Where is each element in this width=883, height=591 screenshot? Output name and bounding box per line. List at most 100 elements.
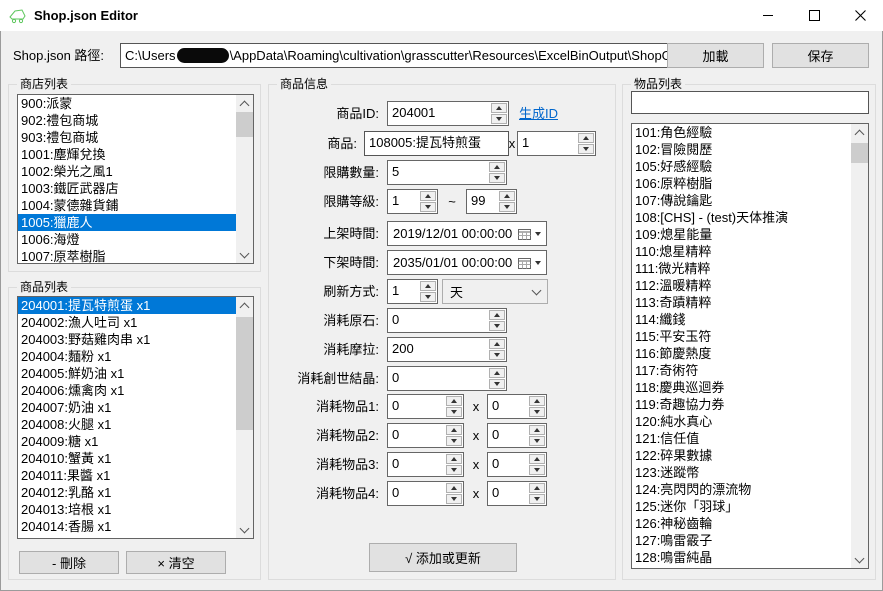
refresh-value-spinner[interactable]: 1: [387, 279, 438, 304]
item-list-item[interactable]: 115:平安玉符: [632, 328, 851, 345]
cost-mora-spinner[interactable]: 200: [387, 337, 507, 362]
scroll-up-icon[interactable]: [236, 297, 253, 314]
spin-up-icon[interactable]: [491, 103, 507, 113]
cost-item1-count-spinner[interactable]: 0: [487, 394, 547, 419]
item-list-item[interactable]: 119:奇趣協力券: [632, 396, 851, 413]
item-list-item[interactable]: 109:熄星能量: [632, 226, 851, 243]
product-list-scrollbar[interactable]: [236, 297, 253, 538]
spin-up-icon[interactable]: [446, 454, 462, 464]
product-list-item[interactable]: 204009:糖 x1: [18, 433, 236, 450]
spin-up-icon[interactable]: [499, 191, 515, 201]
save-button[interactable]: 保存: [772, 43, 869, 68]
scroll-up-icon[interactable]: [236, 95, 253, 112]
spin-down-icon[interactable]: [499, 202, 515, 212]
spin-down-icon[interactable]: [529, 465, 545, 475]
spin-up-icon[interactable]: [489, 162, 505, 172]
add-or-update-button[interactable]: √ 添加或更新: [369, 543, 517, 572]
goods-id-spinner[interactable]: 204001: [387, 101, 509, 126]
spin-up-icon[interactable]: [489, 368, 505, 378]
spin-down-icon[interactable]: [446, 494, 462, 504]
cost-item4-id-spinner[interactable]: 0: [387, 481, 464, 506]
shop-list-item[interactable]: 1006:海燈: [18, 231, 236, 248]
item-list-item[interactable]: 114:纖錢: [632, 311, 851, 328]
item-list-item[interactable]: 125:迷你「羽球」: [632, 498, 851, 515]
spin-down-icon[interactable]: [420, 292, 436, 302]
product-list-item[interactable]: 204005:鮮奶油 x1: [18, 365, 236, 382]
scroll-track[interactable]: [236, 314, 253, 521]
scroll-up-icon[interactable]: [851, 124, 868, 141]
spin-down-icon[interactable]: [578, 144, 594, 154]
item-name-input[interactable]: 108005:提瓦特煎蛋: [364, 131, 509, 156]
item-list-item[interactable]: 118:慶典巡迴券: [632, 379, 851, 396]
item-list-scrollbar[interactable]: [851, 124, 868, 568]
item-list-item[interactable]: 108:[CHS] - (test)天体推演: [632, 209, 851, 226]
cost-primogem-spinner[interactable]: 0: [387, 308, 507, 333]
product-list-item[interactable]: 204007:奶油 x1: [18, 399, 236, 416]
level-max-spinner[interactable]: 99: [466, 189, 517, 214]
spin-down-icon[interactable]: [529, 494, 545, 504]
shop-list-item[interactable]: 1005:獵鹿人: [18, 214, 236, 231]
spin-down-icon[interactable]: [489, 173, 505, 183]
item-list-item[interactable]: 116:節慶熱度: [632, 345, 851, 362]
scroll-down-icon[interactable]: [236, 246, 253, 263]
shop-list-item[interactable]: 903:禮包商城: [18, 129, 236, 146]
product-list-item[interactable]: 204012:乳酪 x1: [18, 484, 236, 501]
scroll-track[interactable]: [236, 112, 253, 246]
clear-button[interactable]: × 清空: [126, 551, 226, 574]
item-list-item[interactable]: 124:亮閃閃的漂流物: [632, 481, 851, 498]
product-list-item[interactable]: 204002:漁人吐司 x1: [18, 314, 236, 331]
spin-up-icon[interactable]: [578, 133, 594, 143]
spin-down-icon[interactable]: [446, 436, 462, 446]
maximize-button[interactable]: [791, 0, 837, 31]
cost-item3-count-spinner[interactable]: 0: [487, 452, 547, 477]
spin-down-icon[interactable]: [529, 407, 545, 417]
spin-down-icon[interactable]: [446, 465, 462, 475]
delete-button[interactable]: - 刪除: [19, 551, 119, 574]
product-list-item[interactable]: 204013:培根 x1: [18, 501, 236, 518]
spin-up-icon[interactable]: [446, 425, 462, 435]
spin-up-icon[interactable]: [529, 425, 545, 435]
scroll-thumb[interactable]: [851, 143, 868, 163]
spin-up-icon[interactable]: [420, 281, 436, 291]
spin-up-icon[interactable]: [529, 483, 545, 493]
product-list-item[interactable]: 204014:香腸 x1: [18, 518, 236, 535]
cost-item2-id-spinner[interactable]: 0: [387, 423, 464, 448]
scroll-down-icon[interactable]: [236, 521, 253, 538]
item-list-item[interactable]: 107:傳說鑰匙: [632, 192, 851, 209]
item-list-item[interactable]: 106:原粹樹脂: [632, 175, 851, 192]
product-list-item[interactable]: 204003:野菇雞肉串 x1: [18, 331, 236, 348]
scroll-track[interactable]: [851, 141, 868, 551]
spin-up-icon[interactable]: [489, 310, 505, 320]
product-list-item[interactable]: 204008:火腿 x1: [18, 416, 236, 433]
buy-limit-spinner[interactable]: 5: [387, 160, 507, 185]
spin-up-icon[interactable]: [529, 454, 545, 464]
item-list-item[interactable]: 128:鳴雷純晶: [632, 549, 851, 566]
item-list-item[interactable]: 123:迷蹤幣: [632, 464, 851, 481]
spin-up-icon[interactable]: [446, 483, 462, 493]
spin-down-icon[interactable]: [491, 114, 507, 124]
item-list-item[interactable]: 112:溫暖精粹: [632, 277, 851, 294]
load-button[interactable]: 加載: [667, 43, 764, 68]
item-list-item[interactable]: 101:角色經驗: [632, 124, 851, 141]
dropdown-arrow-icon[interactable]: [535, 261, 541, 265]
item-list-item[interactable]: 102:冒險閱歷: [632, 141, 851, 158]
shop-list-item[interactable]: 902:禮包商城: [18, 112, 236, 129]
spin-down-icon[interactable]: [446, 407, 462, 417]
product-list-item[interactable]: 204011:果醬 x1: [18, 467, 236, 484]
generate-id-link[interactable]: 生成ID: [519, 101, 558, 126]
spin-down-icon[interactable]: [489, 350, 505, 360]
refresh-unit-combobox[interactable]: 天: [442, 279, 548, 304]
shop-list-item[interactable]: 1003:鐵匠武器店: [18, 180, 236, 197]
dropdown-arrow-icon[interactable]: [535, 232, 541, 236]
shop-list-item[interactable]: 900:派蒙: [18, 95, 236, 112]
spin-down-icon[interactable]: [420, 202, 436, 212]
level-min-spinner[interactable]: 1: [387, 189, 438, 214]
shop-list-item[interactable]: 1004:蒙德雜貨鋪: [18, 197, 236, 214]
shop-list-item[interactable]: 1001:塵輝兌換: [18, 146, 236, 163]
product-list-item[interactable]: 204004:麵粉 x1: [18, 348, 236, 365]
item-list-item[interactable]: 105:好感經驗: [632, 158, 851, 175]
spin-up-icon[interactable]: [529, 396, 545, 406]
item-search-input[interactable]: [631, 91, 869, 114]
spin-up-icon[interactable]: [489, 339, 505, 349]
begin-time-picker[interactable]: 2019/12/01 00:00:00: [387, 221, 547, 246]
